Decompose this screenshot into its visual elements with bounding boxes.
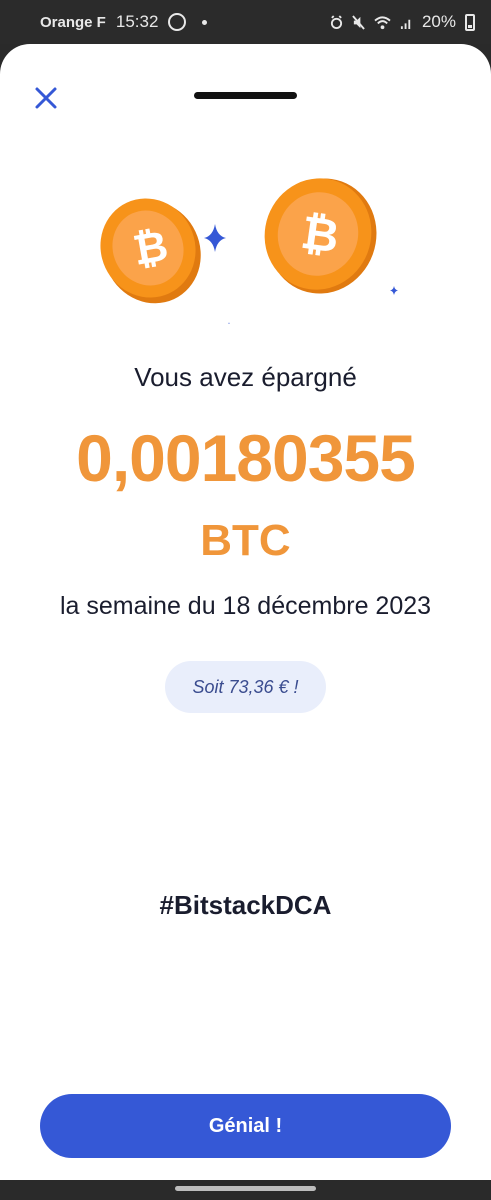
- bottom-sheet: ₿ ₿ Vous avez épargné 0,00180355 BTC la …: [0, 44, 491, 1180]
- period-label: la semaine du 18 décembre 2023: [59, 592, 432, 620]
- bitcoin-coin-icon: ₿: [264, 178, 377, 294]
- wifi-icon: [374, 15, 391, 29]
- sparkle-icon: [390, 286, 398, 295]
- svg-text:₿: ₿: [298, 206, 342, 263]
- drag-handle[interactable]: [194, 92, 297, 99]
- mute-icon: [352, 14, 365, 30]
- hashtag-label: #BitstackDCA: [159, 890, 332, 920]
- notification-dot-icon: [202, 19, 208, 25]
- sparkle-icon: [228, 322, 230, 324]
- battery-icon: [465, 13, 475, 31]
- close-icon[interactable]: [32, 84, 60, 112]
- carrier-label: Orange F: [40, 13, 106, 31]
- btc-unit: BTC: [200, 516, 291, 565]
- genial-button[interactable]: Génial !: [40, 1094, 451, 1158]
- bitcoin-coin-icon: ₿: [100, 198, 201, 304]
- status-bar: Orange F 15:32 20%: [0, 0, 491, 44]
- battery-percent: 20%: [421, 12, 456, 31]
- bitcoin-illustration: ₿ ₿: [100, 178, 398, 324]
- fiat-value-text: Soit 73,36 € !: [192, 676, 299, 697]
- home-gesture-handle[interactable]: [175, 1186, 316, 1191]
- btc-amount: 0,00180355: [76, 421, 416, 495]
- fiat-value-pill: Soit 73,36 € !: [165, 661, 326, 713]
- clock: 15:32: [115, 12, 159, 31]
- status-right: 20%: [330, 12, 475, 32]
- signal-icon: [400, 19, 411, 29]
- savings-heading: Vous avez épargné: [134, 362, 357, 392]
- whatsapp-icon: [168, 13, 187, 31]
- sparkle-icon: [204, 224, 226, 252]
- status-left: Orange F 15:32: [40, 12, 208, 32]
- system-nav-bar: [0, 1180, 491, 1200]
- alarm-icon: [330, 14, 343, 29]
